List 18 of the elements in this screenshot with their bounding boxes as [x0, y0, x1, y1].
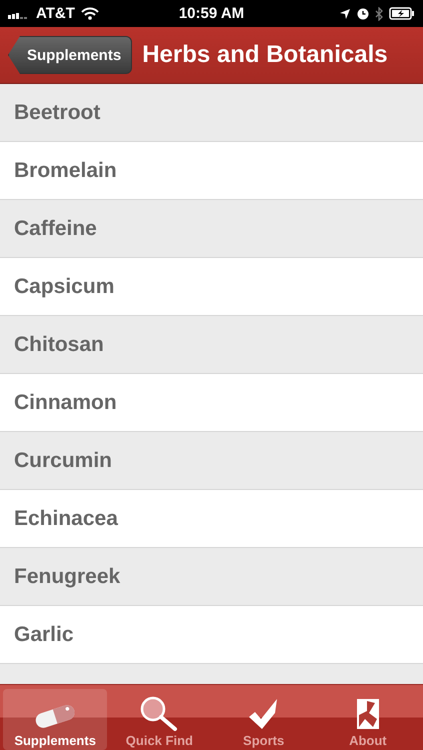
tab[interactable]: About	[316, 689, 420, 750]
tab[interactable]: Supplements	[3, 689, 108, 750]
tab[interactable]: Sports	[212, 689, 316, 750]
status-time: 10:59 AM	[178, 5, 244, 22]
battery-icon	[389, 7, 415, 20]
list-item[interactable]: Cinnamon	[0, 374, 423, 432]
list-item[interactable]: Capsicum	[0, 258, 423, 316]
back-button[interactable]: Supplements	[8, 36, 132, 74]
carrier-name: AT&T	[36, 5, 75, 22]
clock-icon	[357, 8, 369, 20]
list-item[interactable]: Echinacea	[0, 490, 423, 548]
bluetooth-icon	[375, 6, 383, 20]
list-item[interactable]: Garlic	[0, 606, 423, 664]
location-icon	[339, 8, 351, 20]
list-item[interactable]: Bromelain	[0, 142, 423, 200]
tab[interactable]: Quick Find	[107, 689, 212, 750]
page-title: Herbs and Botanicals	[142, 41, 388, 69]
wifi-icon	[80, 7, 99, 20]
